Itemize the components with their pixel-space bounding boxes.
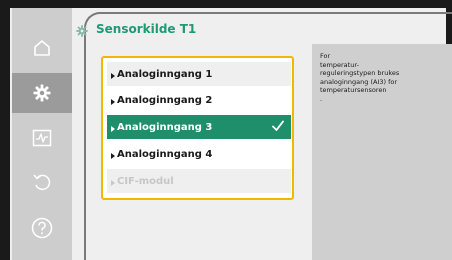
chevron-right-icon [111,125,115,132]
option-analog-input-3[interactable]: Analoginngang 3 [107,115,291,139]
page-title: Sensorkilde T1 [96,22,197,36]
pulse-monitor-icon [32,129,52,147]
help-text: For temperatur- reguleringstypen brukes … [320,52,400,103]
option-analog-input-4[interactable]: Analoginngang 4 [107,142,291,166]
sidebar-item-settings[interactable] [12,73,72,113]
chevron-right-icon [111,72,115,79]
option-label: Analoginngang 2 [117,94,213,106]
sidebar [12,8,72,260]
chevron-right-icon [111,98,115,105]
chevron-right-icon [111,179,115,186]
home-icon [34,40,50,56]
help-panel: For temperatur- reguleringstypen brukes … [312,44,452,260]
sidebar-item-help[interactable] [12,208,72,248]
option-label: Analoginngang 3 [117,121,213,133]
gear-icon [33,84,51,102]
option-analog-input-2[interactable]: Analoginngang 2 [107,88,291,112]
sidebar-item-home[interactable] [12,28,72,68]
gear-icon [76,22,88,41]
option-label: CIF-modul [117,175,174,187]
chevron-right-icon [111,152,115,159]
checkmark-icon [272,120,284,131]
option-label: Analoginngang 4 [117,148,213,160]
sidebar-item-diagnostics[interactable] [12,118,72,158]
undo-icon [33,174,51,191]
option-analog-input-1[interactable]: Analoginngang 1 [107,62,291,86]
option-list: Analoginngang 1 Analoginngang 2 Analogin… [101,56,294,200]
sidebar-item-back[interactable] [12,162,72,202]
option-cif-module: CIF-modul [107,169,291,193]
option-label: Analoginngang 1 [117,68,213,80]
help-icon [31,217,53,239]
